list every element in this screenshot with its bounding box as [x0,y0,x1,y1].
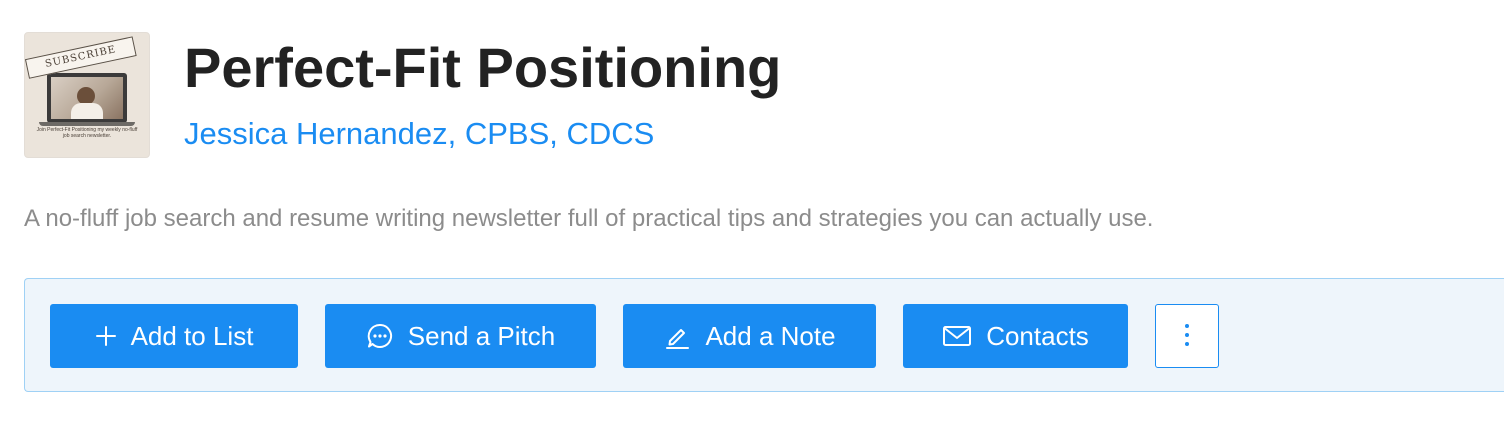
pencil-icon [663,322,691,350]
author-link[interactable]: Jessica Hernandez, CPBS, CDCS [184,114,654,154]
newsletter-title: Perfect-Fit Positioning [184,36,782,99]
thumbnail-caption: Join Perfect-Fit Positioning my weekly n… [36,127,138,139]
contacts-label: Contacts [986,320,1089,351]
action-bar: Add to List Send a Pitch Add a Note Cont… [24,278,1504,392]
add-note-label: Add a Note [705,320,836,351]
contacts-button[interactable]: Contacts [903,304,1128,368]
more-options-button[interactable] [1155,304,1219,368]
add-note-button[interactable]: Add a Note [623,304,876,368]
vertical-ellipsis-icon [1184,322,1190,351]
add-to-list-label: Add to List [130,320,254,351]
newsletter-header: SUBSCRIBE Join Perfect-Fit Positioning m… [0,0,1504,428]
laptop-image [47,73,127,123]
newsletter-thumbnail[interactable]: SUBSCRIBE Join Perfect-Fit Positioning m… [24,32,150,158]
newsletter-description: A no-fluff job search and resume writing… [24,205,1154,232]
add-to-list-button[interactable]: Add to List [50,304,298,368]
envelope-icon [942,324,972,348]
plus-icon [95,325,117,347]
chat-bubble-icon [366,322,394,350]
send-pitch-label: Send a Pitch [407,320,556,351]
send-pitch-button[interactable]: Send a Pitch [325,304,596,368]
